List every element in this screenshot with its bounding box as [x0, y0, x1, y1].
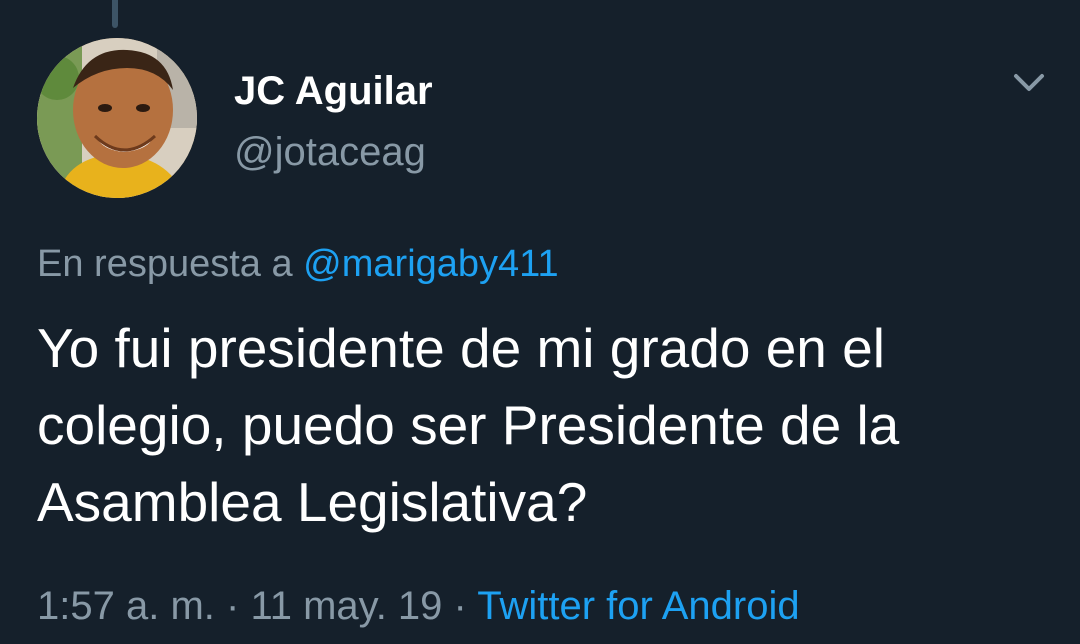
tweet-source-link[interactable]: Twitter for Android — [477, 584, 799, 628]
meta-separator: · — [226, 584, 240, 628]
reply-prefix: En respuesta a — [37, 243, 293, 285]
avatar[interactable] — [37, 38, 197, 198]
author-handle[interactable]: @jotaceag — [234, 127, 426, 177]
chevron-down-icon[interactable] — [1004, 62, 1054, 106]
tweet-metadata: 1:57 a. m. · 11 may. 19 · Twitter for An… — [37, 580, 800, 632]
meta-separator: · — [453, 584, 467, 628]
thread-connector-line — [112, 0, 118, 28]
tweet-date: 11 may. 19 — [250, 584, 443, 628]
tweet-card: JC Aguilar @jotaceag En respuesta a @mar… — [0, 0, 1080, 644]
tweet-text: Yo fui presidente de mi grado en el cole… — [37, 317, 900, 533]
author-display-name[interactable]: JC Aguilar — [234, 66, 433, 116]
reply-mention-link[interactable]: @marigaby411 — [303, 243, 558, 285]
tweet-time: 1:57 a. m. — [37, 584, 215, 628]
reply-context: En respuesta a @marigaby411 — [37, 238, 559, 290]
